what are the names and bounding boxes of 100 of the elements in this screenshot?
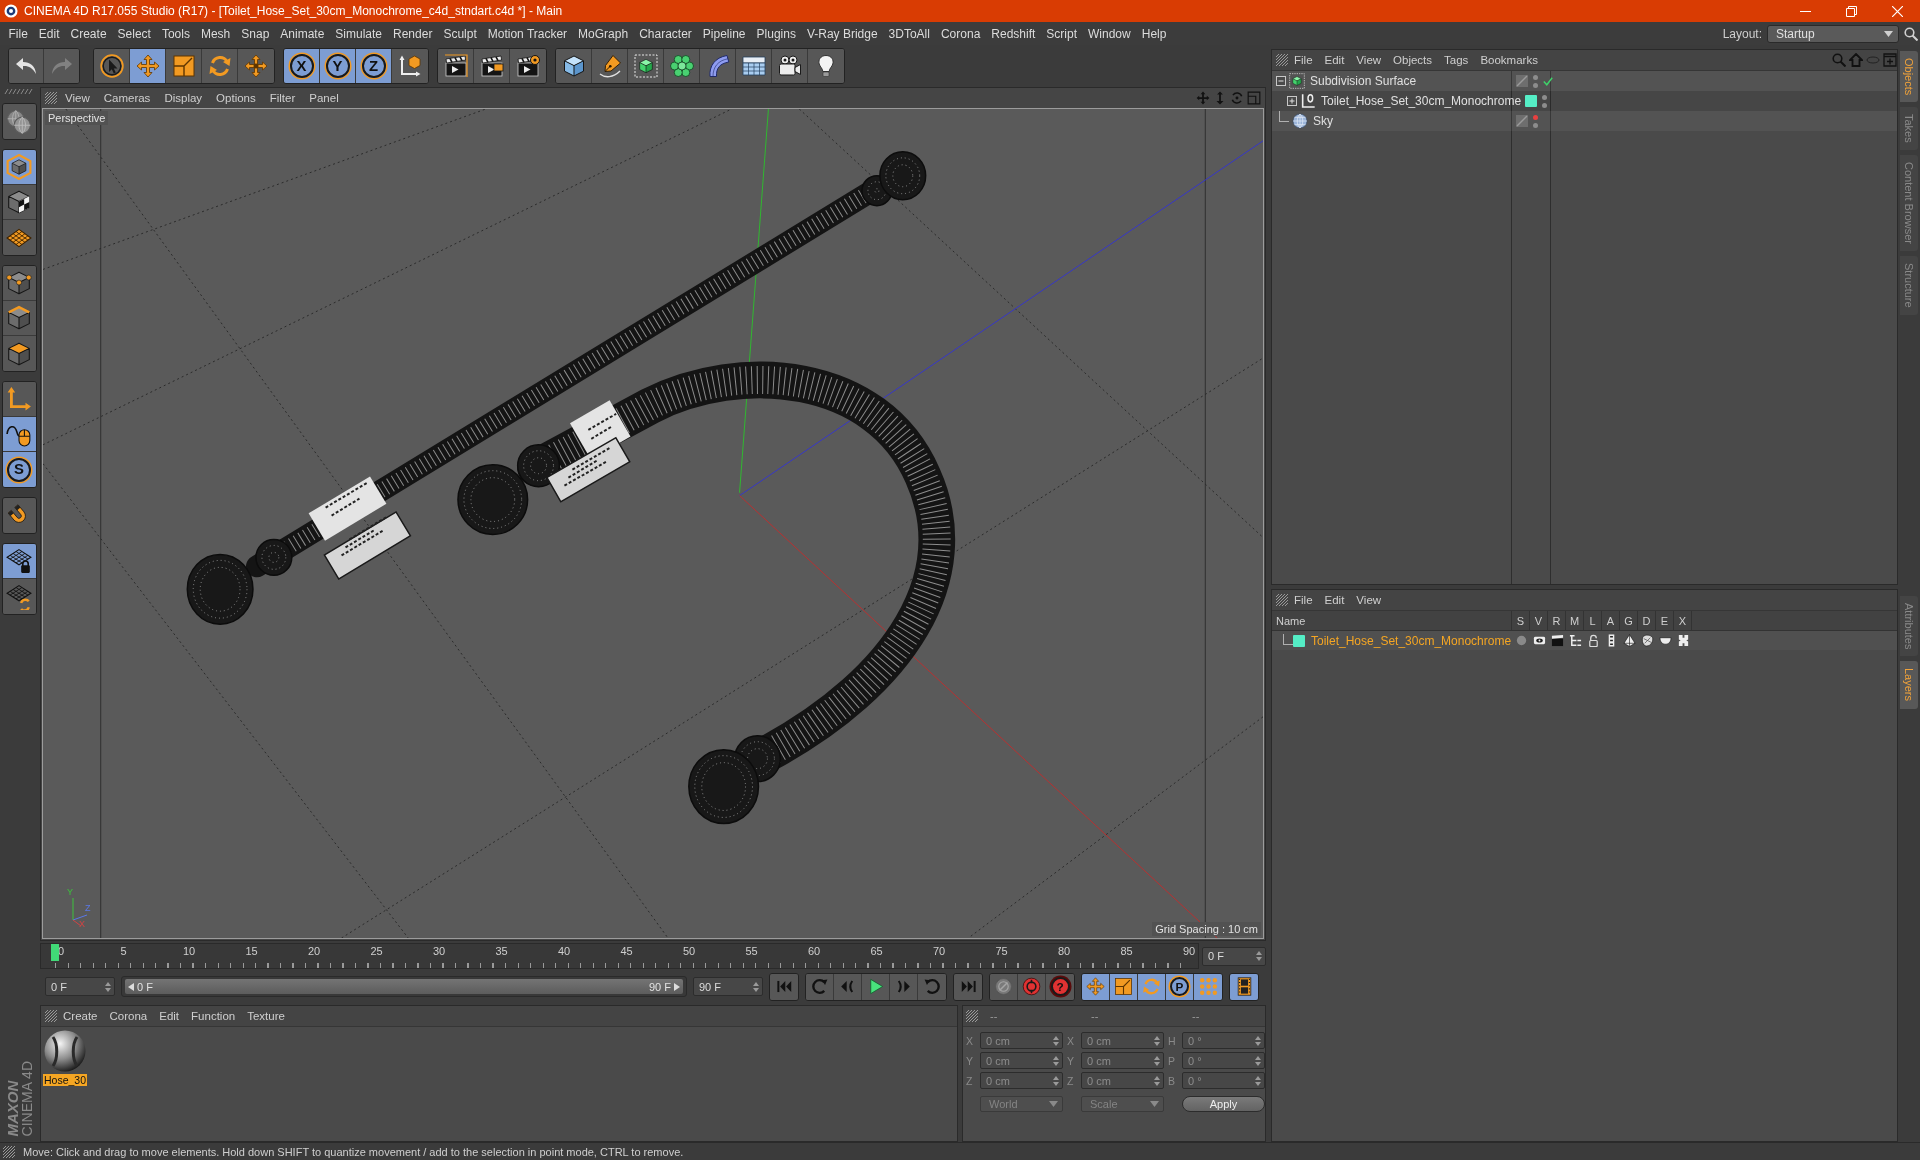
menu-item[interactable]: Edit [33,24,66,43]
column-header[interactable]: R [1548,611,1566,630]
position-button[interactable] [1082,973,1110,1000]
object-row[interactable]: Toilet_Hose_Set_30cm_Monochrome [1272,91,1897,111]
visibility-dot[interactable] [1533,74,1538,80]
visibility-dot[interactable] [1533,122,1538,128]
menu-item[interactable]: Plugins [751,24,802,43]
object-row[interactable]: Subdivision Surface [1272,71,1897,91]
column-header[interactable]: G [1620,611,1638,630]
column-header[interactable]: L [1584,611,1602,630]
column-header[interactable]: S [1512,611,1530,630]
material-name[interactable]: Hose_30 [43,1074,88,1086]
menu-item[interactable]: Render [387,24,438,43]
menu-item[interactable]: Animate [274,24,330,43]
grip-icon[interactable] [3,1145,15,1158]
workplane-lock-button[interactable] [2,544,36,579]
axis-mode-button[interactable] [2,382,36,417]
panel-menu-item[interactable]: File [1288,593,1319,607]
panel-menu-item[interactable]: Function [185,1009,242,1023]
grip-icon[interactable] [1276,54,1288,66]
solo-dot-icon[interactable] [1514,634,1528,647]
view-menu-item[interactable]: Cameras [97,91,157,105]
menu-item[interactable]: Pipeline [697,24,752,43]
search-icon[interactable] [1904,26,1918,41]
menu-item[interactable]: Window [1082,24,1137,43]
menu-item[interactable]: MoGraph [572,24,634,43]
view-menu-item[interactable]: Filter [263,91,302,105]
visibility-dot[interactable] [1533,82,1538,88]
menu-item[interactable]: Snap [235,24,275,43]
pyramid-icon[interactable] [1622,634,1636,647]
layer-color-swatch[interactable] [1293,634,1305,647]
end-frame-field[interactable]: 90 F [693,977,763,996]
column-header[interactable]: V [1530,611,1548,630]
grip-icon[interactable] [4,89,34,94]
magnet-button[interactable] [2,498,36,533]
menu-item[interactable]: 3DToAll [883,24,936,43]
layer-color-swatch[interactable] [1525,95,1538,107]
view-menu-item[interactable]: Display [158,91,209,105]
panel-menu-item[interactable]: View [1350,593,1388,607]
move-button[interactable] [130,49,166,83]
axis-button[interactable]: Z [356,49,392,83]
menu-item[interactable]: V-Ray Bridge [801,24,884,43]
panel-menu-item[interactable]: View [1350,53,1388,67]
point-level-button[interactable] [1194,973,1222,1000]
deformer-icon[interactable] [1640,634,1654,647]
layer-row[interactable]: Toilet_Hose_Set_30cm_Monochrome [1272,631,1897,650]
tweak-button[interactable] [2,417,36,452]
cup-icon[interactable] [1658,634,1672,647]
menu-item[interactable]: Redshift [985,24,1041,43]
expand-box-icon[interactable] [1287,96,1297,106]
grip-icon[interactable] [45,92,57,104]
view-menu-item[interactable]: Panel [303,91,345,105]
visibility-dot[interactable] [1542,94,1548,100]
toggle-view-icon[interactable] [1247,91,1261,105]
view-menu-item[interactable]: View [59,91,96,105]
clapperboard-icon[interactable] [1550,634,1564,647]
parameter-button[interactable]: P [1166,973,1194,1000]
grip-icon[interactable] [45,1010,57,1022]
panel-menu-item[interactable]: Bookmarks [1474,53,1544,67]
menu-item[interactable]: Script [1040,24,1083,43]
column-header[interactable]: D [1638,611,1656,630]
panel-menu-item[interactable]: Objects [1387,53,1439,67]
padlock-icon[interactable] [1586,634,1600,647]
view-menu-item[interactable]: Options [210,91,262,105]
make-editable-button[interactable] [2,104,36,139]
start-frame-field[interactable]: 0 F [45,977,115,996]
axis-button[interactable]: X [284,49,320,83]
side-tab[interactable]: Layers [1900,661,1918,709]
panel-menu-item[interactable]: Edit [1318,593,1351,607]
menu-item[interactable]: Create [65,24,113,43]
menu-item[interactable]: Mesh [195,24,236,43]
panel-menu-item[interactable]: Texture [241,1009,291,1023]
object-row[interactable]: Sky [1272,111,1897,131]
prev-key-button[interactable] [806,973,834,1000]
snap-button[interactable]: S [2,452,36,487]
panel-menu-item[interactable]: Tags [1438,53,1475,67]
panel-menu-item[interactable]: Edit [153,1009,186,1023]
timeline-button[interactable] [1230,973,1258,1000]
material-ball-icon[interactable] [44,1030,86,1072]
grip-icon[interactable] [966,1010,978,1022]
cube-button[interactable] [556,49,592,83]
menu-item[interactable]: Tools [156,24,196,43]
column-header[interactable]: M [1566,611,1584,630]
menu-item[interactable]: Character [633,24,698,43]
column-header[interactable]: X [1674,611,1692,630]
side-tab[interactable]: Objects [1900,51,1918,103]
menu-item[interactable]: Motion Tracker [482,24,573,43]
xref-icon[interactable] [1676,634,1690,647]
points-button[interactable] [2,266,36,301]
column-header[interactable]: A [1602,611,1620,630]
model-button[interactable] [2,150,36,185]
menu-item[interactable]: Select [112,24,157,43]
eye-icon[interactable] [1532,634,1546,647]
panel-menu-item[interactable]: Create [57,1009,104,1023]
menu-item[interactable]: File [3,24,34,43]
column-header[interactable]: E [1656,611,1674,630]
go-start-button[interactable] [770,973,798,1000]
visibility-dot[interactable] [1533,114,1538,120]
rotation-button[interactable] [1138,973,1166,1000]
layout-dropdown[interactable]: Startup [1767,24,1899,43]
